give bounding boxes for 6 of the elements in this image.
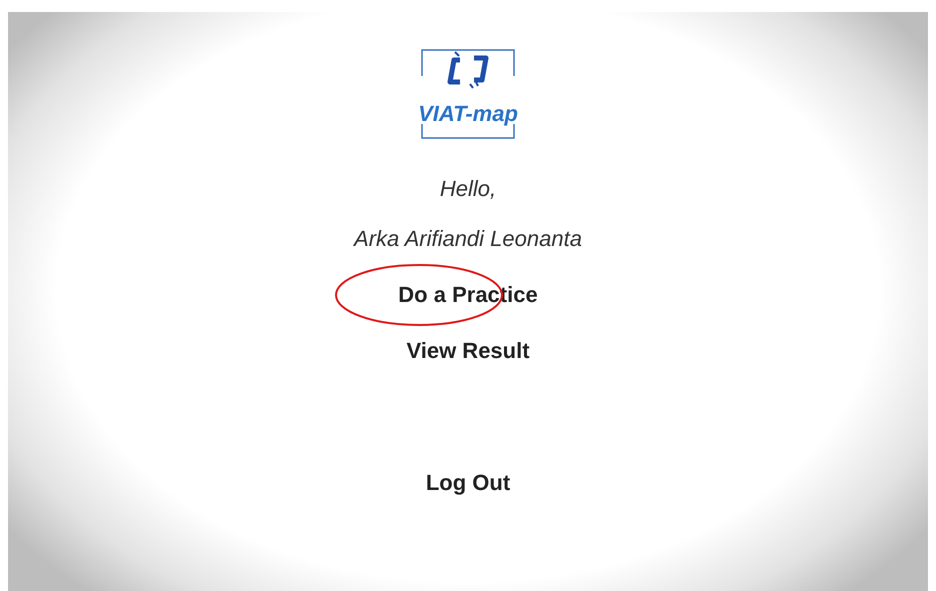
user-name: Arka Arifiandi Leonanta <box>354 226 582 252</box>
greeting-text: Hello, <box>440 176 496 202</box>
logout-link[interactable]: Log Out <box>418 466 518 500</box>
menu-link[interactable]: View Result <box>398 334 538 368</box>
logo-frame-icon <box>420 124 516 140</box>
logo-text: VIAT-map <box>418 102 518 126</box>
